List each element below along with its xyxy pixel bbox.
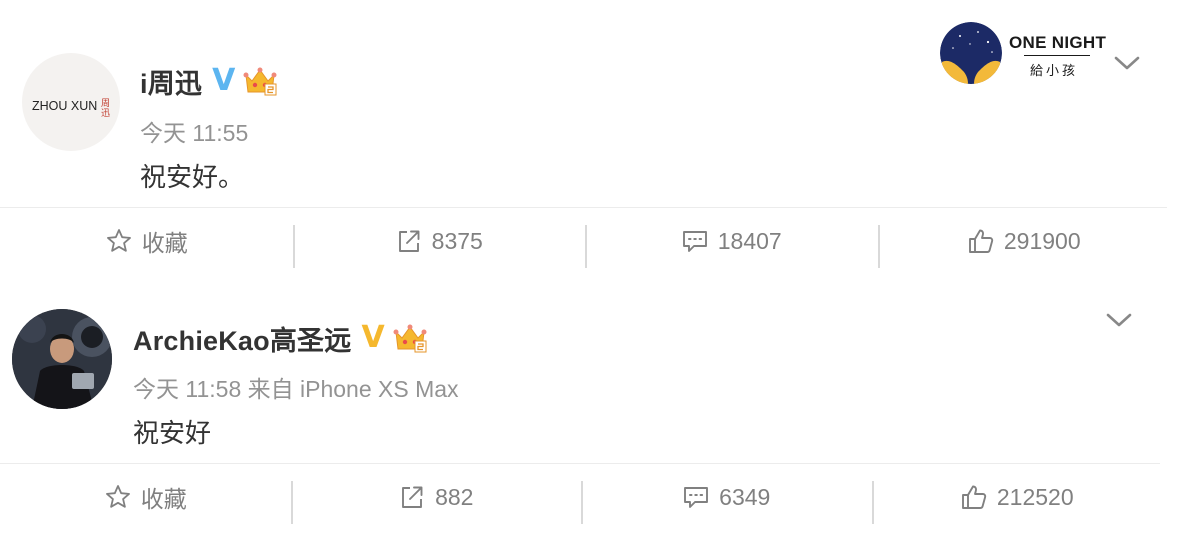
username[interactable]: i周迅 — [140, 62, 202, 101]
avatar-logo-seal-bottom: 迅 — [101, 108, 110, 119]
comment-button[interactable]: 18407 — [585, 208, 878, 274]
comment-icon — [682, 231, 707, 252]
avatar-logo-seal-top: 周 — [101, 98, 110, 109]
one-night-promo[interactable]: ONE NIGHT 給小孩 — [940, 22, 1110, 84]
thumbs-up-icon — [961, 485, 987, 509]
avatar-logo: ZHOU XUN 周 迅 — [32, 98, 110, 119]
favorite-button[interactable]: 收藏 — [0, 208, 293, 274]
like-count: 212520 — [996, 483, 1074, 510]
author-row: i周迅 V — [140, 62, 277, 100]
chevron-down-icon[interactable] — [1114, 55, 1140, 71]
weibo-post: ZHOU XUN 周 迅 i周迅 V 今天 11:55 祝安好。 ONE NIG… — [0, 0, 1179, 274]
username[interactable]: ArchieKao高圣远 — [133, 319, 351, 358]
repost-button[interactable]: 882 — [290, 464, 582, 530]
favorite-label: 收藏 — [141, 230, 188, 256]
weibo-post: ArchieKao高圣远 V 今天 11:58 来自 iPhone XS Max… — [0, 274, 1179, 549]
verified-badge-icon: V — [212, 63, 236, 98]
favorite-label: 收藏 — [140, 486, 187, 512]
avatar[interactable]: ZHOU XUN 周 迅 — [22, 53, 120, 151]
like-button[interactable]: 291900 — [877, 208, 1171, 274]
avatar-photo — [12, 309, 112, 409]
one-night-logo — [940, 22, 1002, 84]
author-row: ArchieKao高圣远 V — [133, 318, 427, 358]
post-time: 今天 11:58 来自 iPhone XS Max — [133, 376, 459, 402]
action-bar: 收藏 882 6349 212520 — [0, 464, 1162, 530]
repost-icon — [402, 486, 423, 508]
comment-count: 18407 — [717, 227, 782, 254]
promo-subtitle: 給小孩 — [1030, 63, 1079, 78]
repost-count: 882 — [435, 483, 474, 510]
comment-icon — [684, 487, 709, 508]
post-content: 祝安好。 — [140, 162, 245, 192]
crown-badge-icon[interactable] — [393, 323, 427, 353]
repost-button[interactable]: 8375 — [292, 208, 586, 274]
action-bar: 收藏 8375 18407 291900 — [0, 208, 1170, 274]
star-icon — [105, 485, 130, 508]
comment-count: 6349 — [719, 483, 771, 510]
post-time: 今天 11:55 — [140, 120, 249, 146]
promo-title: ONE NIGHT — [1009, 33, 1107, 52]
avatar[interactable] — [12, 309, 112, 409]
avatar-logo-text: ZHOU XUN — [32, 99, 97, 113]
favorite-button[interactable]: 收藏 — [0, 464, 291, 530]
thumbs-up-icon — [968, 229, 994, 253]
like-count: 291900 — [1003, 227, 1081, 254]
like-button[interactable]: 212520 — [871, 464, 1163, 530]
repost-icon — [398, 230, 420, 252]
post-content: 祝安好 — [133, 418, 212, 448]
repost-count: 8375 — [431, 227, 483, 254]
verified-badge-icon: V — [361, 320, 385, 355]
promo-divider — [1024, 55, 1090, 56]
star-icon — [106, 229, 131, 252]
crown-badge-icon[interactable] — [243, 66, 277, 96]
chevron-down-icon[interactable] — [1106, 312, 1132, 328]
comment-button[interactable]: 6349 — [581, 464, 872, 530]
